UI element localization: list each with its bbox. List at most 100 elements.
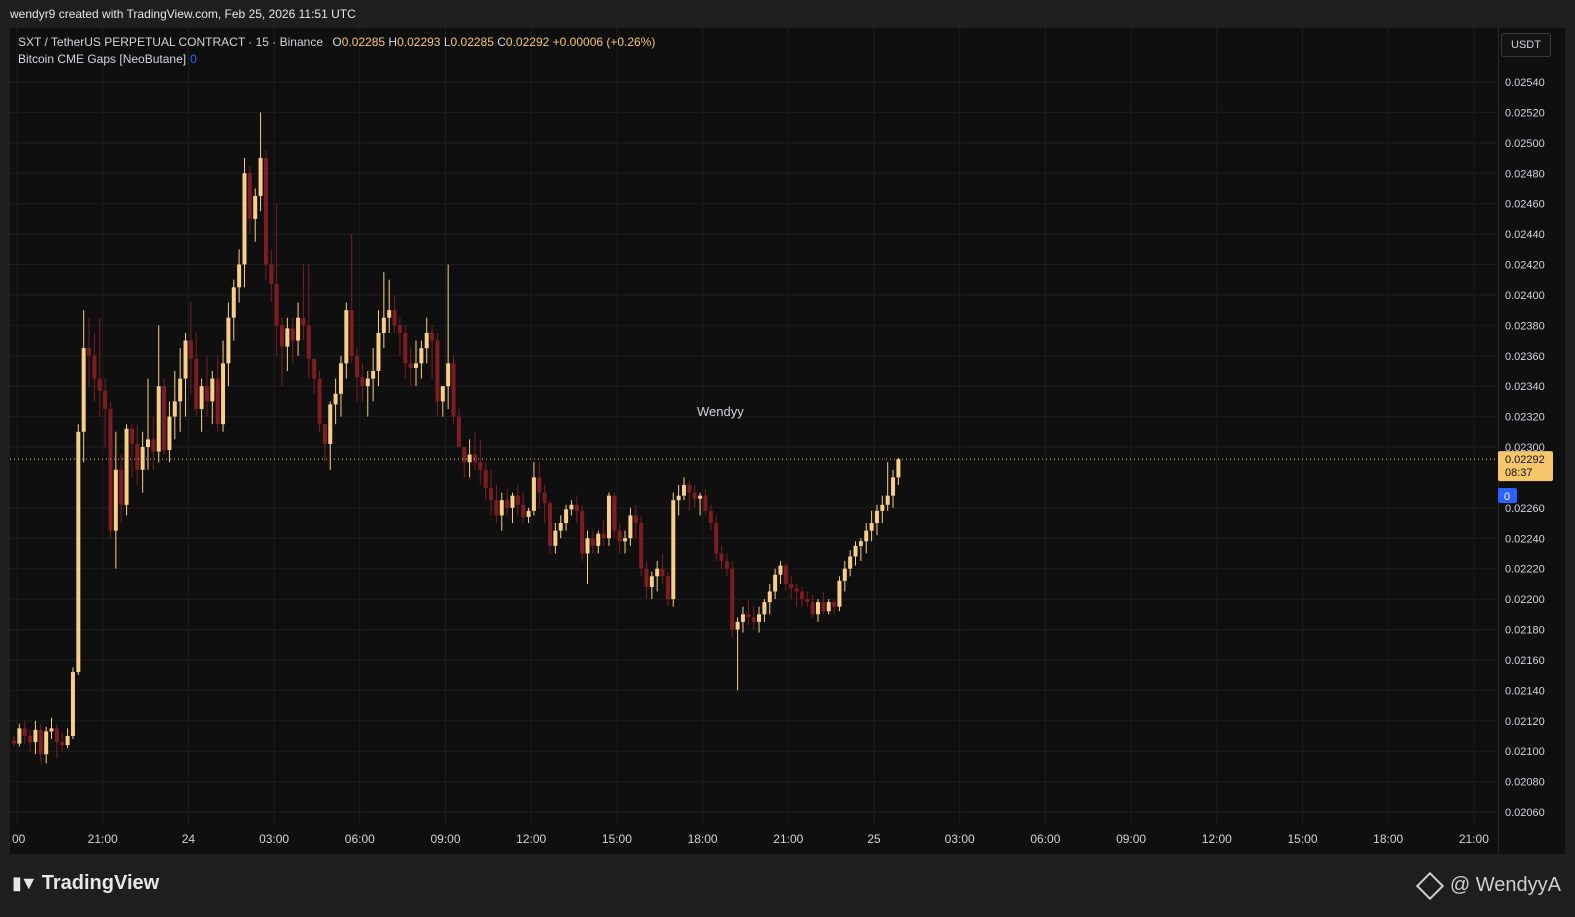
time-tick-label: 21:00 [88,832,118,846]
candle-body [891,477,896,496]
candle-body [424,332,429,349]
candle-body [665,576,670,600]
candle-body [767,591,772,603]
time-tick-label: 00 [12,832,26,846]
candle-body [451,363,456,417]
candle-body [821,602,826,612]
candle-body [880,504,885,511]
candle-body [70,672,75,736]
candle-body [472,454,477,463]
time-tick-label: 09:00 [430,832,460,846]
time-tick-label: 18:00 [1373,832,1403,846]
candle-body [12,740,16,744]
candle-body [676,495,681,501]
price-tick-label: 0.02420 [1505,260,1545,272]
candle-body [580,510,585,554]
candle-body [97,378,102,391]
candle-body [381,317,386,333]
candle-body [17,728,22,744]
price-tick-label: 0.02060 [1505,807,1545,819]
candle-body [258,158,263,197]
candle-body [499,500,504,516]
candle-body [44,731,49,755]
candle-body [397,325,402,333]
candle-body [172,401,177,417]
candle-body [151,439,156,452]
time-tick-label: 25 [867,832,881,846]
candle-body [371,370,376,379]
open-value: 0.02285 [341,35,386,49]
candle-body [874,510,879,524]
candle-body [842,568,847,581]
candle-body [794,588,799,592]
chart-annotation: Wendyy [697,404,744,419]
candle-body [773,574,778,592]
candle-body [408,363,413,368]
candle-body [119,469,124,505]
candle-body [253,196,258,219]
symbol-row: SXT / TetherUS PERPETUAL CONTRACT · 15 ·… [18,34,655,51]
tradingview-logo-icon: ▮▼ [12,873,38,893]
candle-body [65,735,70,746]
candle-body [290,328,295,341]
candle-body [751,617,756,622]
change-value: +0.00006 (+0.26%) [552,35,656,49]
candle-body [231,287,236,318]
symbol-title[interactable]: SXT / TetherUS PERPETUAL CONTRACT · 15 ·… [18,35,323,49]
candle-body [317,378,322,425]
candle-body [263,158,268,265]
indicator-row: Bitcoin CME Gaps [NeoButane] 0 [18,51,655,68]
currency-button[interactable]: USDT [1501,33,1551,57]
candle-body [489,488,494,501]
candle-body [569,504,574,510]
time-tick-label: 06:00 [345,832,375,846]
price-tick-label: 0.02400 [1505,290,1545,302]
chart-legend: SXT / TetherUS PERPETUAL CONTRACT · 15 ·… [18,34,655,68]
candle-body [178,378,183,402]
price-tick-label: 0.02160 [1505,655,1545,667]
gap-badge-label: 0 [1504,491,1510,503]
candle-body [531,477,536,511]
candle-body [183,340,188,379]
candle-body [274,284,279,326]
candle-body [140,447,145,470]
candle-body [505,500,510,508]
candle-body [237,264,242,288]
close-label: C [497,35,506,49]
candle-body [322,424,327,444]
price-tick-label: 0.02120 [1505,716,1545,728]
candle-body [33,729,38,743]
candle-body [832,602,837,607]
price-tick-label: 0.02360 [1505,351,1545,363]
candle-body [392,310,397,326]
tradingview-logo[interactable]: ▮▼ TradingView [12,872,159,895]
candle-body [387,310,392,318]
candle-body [242,173,247,265]
candle-body [312,358,317,379]
candle-body [103,390,108,409]
candle-body [338,363,343,394]
candle-body [28,735,33,743]
candle-body [746,614,751,618]
candle-body [585,538,590,554]
candle-body [526,510,531,517]
time-tick-label: 24 [182,832,196,846]
candle-body [687,485,692,493]
indicator-title[interactable]: Bitcoin CME Gaps [NeoButane] [18,52,186,66]
candle-body [483,469,488,489]
candle-body [376,332,381,371]
candle-body [446,363,451,387]
candle-body [414,363,418,368]
candle-body [349,310,354,356]
price-tick-label: 0.02540 [1505,77,1545,89]
candle-body [60,742,65,746]
candle-body [596,533,601,546]
candle-body [853,545,858,557]
candle-body [719,553,724,562]
candle-body [478,462,483,470]
candle-body [590,538,595,546]
candle-body [194,358,199,409]
high-value: 0.02293 [397,35,441,49]
candle-body [757,614,762,622]
candle-body [805,599,810,603]
